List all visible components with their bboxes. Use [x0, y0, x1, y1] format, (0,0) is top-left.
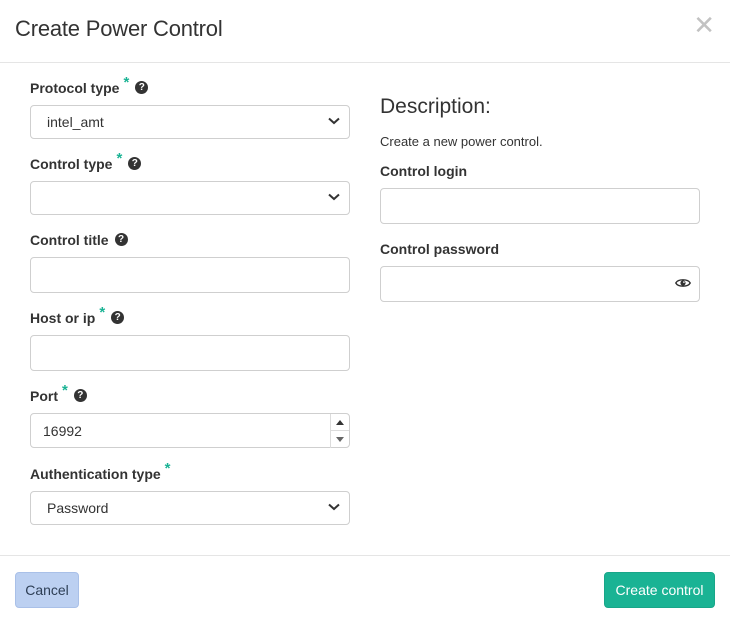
control-type-select[interactable]: [30, 181, 350, 215]
dialog-footer: Cancel Create control: [0, 555, 730, 623]
protocol-type-label-text: Protocol type: [30, 80, 120, 96]
help-icon[interactable]: ?: [128, 157, 142, 170]
description-title: Description:: [380, 95, 491, 118]
authentication-type-label-text: Authentication type: [30, 466, 161, 482]
protocol-type-label: Protocol type * ?: [30, 74, 149, 97]
description-text: Create a new power control.: [380, 134, 543, 149]
close-icon[interactable]: ✕: [693, 12, 715, 38]
control-type-label-text: Control type: [30, 156, 113, 172]
dialog-header: Create Power Control ✕: [0, 0, 730, 63]
control-title-label-text: Control title: [30, 232, 109, 248]
eye-icon[interactable]: [675, 277, 691, 289]
control-title-input[interactable]: [30, 257, 350, 293]
caret-up-icon[interactable]: [331, 414, 349, 431]
control-type-label: Control type * ?: [30, 150, 142, 173]
cancel-button[interactable]: Cancel: [15, 572, 79, 608]
control-password-label: Control password: [380, 241, 499, 257]
port-label: Port * ?: [30, 382, 87, 405]
port-label-text: Port: [30, 388, 58, 404]
control-password-input[interactable]: [380, 266, 700, 302]
required-mark: *: [99, 304, 106, 321]
port-stepper: [330, 414, 349, 448]
caret-down-icon[interactable]: [331, 431, 349, 447]
help-icon[interactable]: ?: [135, 81, 149, 94]
protocol-type-value: intel_amt: [47, 114, 104, 130]
host-or-ip-label-text: Host or ip: [30, 310, 96, 326]
help-icon[interactable]: ?: [111, 311, 125, 324]
required-mark: *: [116, 150, 123, 167]
help-icon[interactable]: ?: [73, 389, 87, 402]
control-password-label-text: Control password: [380, 241, 500, 257]
host-or-ip-label: Host or ip * ?: [30, 304, 125, 327]
required-mark: *: [62, 382, 68, 399]
chevron-down-icon: [328, 503, 340, 511]
create-power-control-dialog: Create Power Control ✕ Protocol type * ?…: [0, 0, 730, 622]
chevron-down-icon: [328, 193, 340, 201]
control-login-label: Control login: [380, 163, 467, 179]
control-login-label-text: Control login: [380, 163, 468, 179]
port-value: 16992: [43, 423, 82, 439]
port-number-input[interactable]: 16992: [30, 413, 350, 448]
authentication-type-select[interactable]: Password: [30, 491, 350, 525]
chevron-down-icon: [328, 117, 340, 125]
control-title-label: Control title ?: [30, 232, 128, 248]
create-control-button[interactable]: Create control: [604, 572, 715, 608]
required-mark: *: [164, 460, 171, 477]
host-or-ip-input[interactable]: [30, 335, 350, 371]
authentication-type-label: Authentication type *: [30, 460, 171, 483]
dialog-title: Create Power Control: [15, 16, 223, 41]
protocol-type-select[interactable]: intel_amt: [30, 105, 350, 139]
required-mark: *: [123, 74, 130, 91]
authentication-type-value: Password: [47, 500, 109, 516]
control-login-input[interactable]: [380, 188, 700, 224]
help-icon[interactable]: ?: [114, 233, 128, 246]
